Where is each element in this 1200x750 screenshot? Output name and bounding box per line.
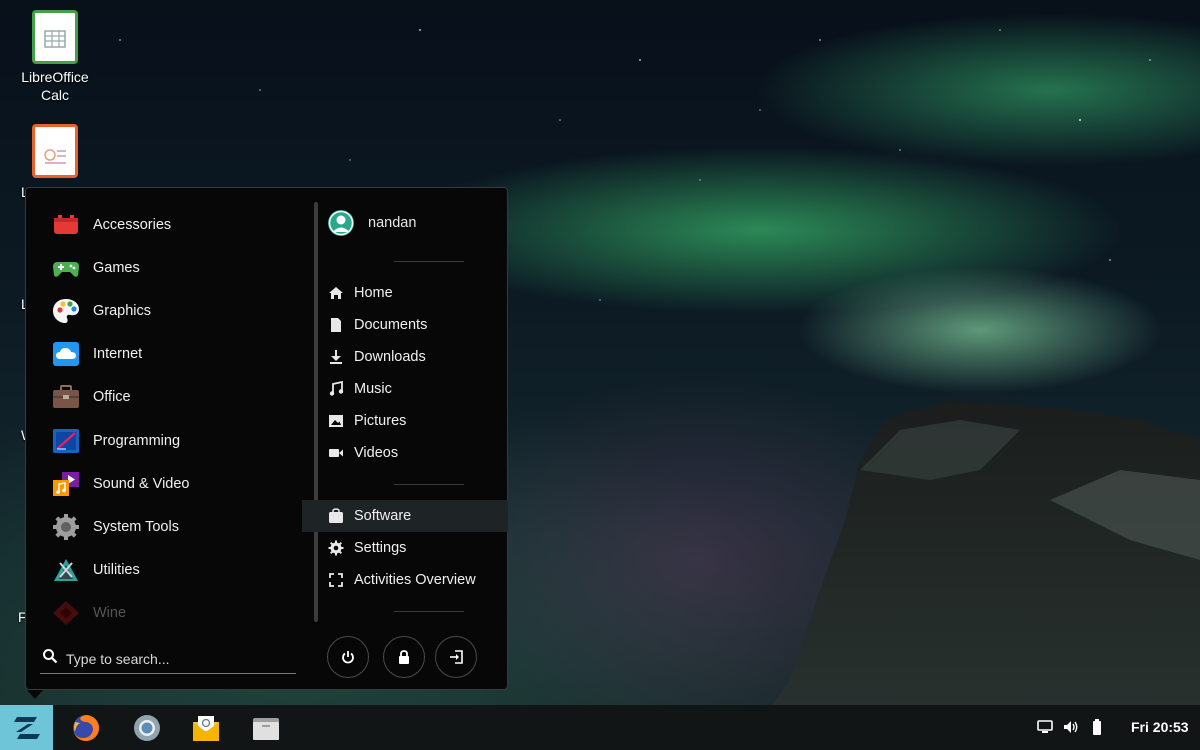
category-label: Programming [93, 432, 181, 449]
place-downloads[interactable]: Downloads [302, 341, 508, 373]
logout-icon [450, 650, 463, 664]
chromium-launcher[interactable] [132, 713, 162, 743]
files-icon [253, 718, 279, 740]
volume-icon [1064, 721, 1078, 733]
place-pictures[interactable]: Pictures [302, 405, 508, 437]
image-icon [329, 415, 343, 427]
places-panel: nandan Home Documents Downloads Music Pi… [302, 188, 508, 691]
place-home[interactable]: Home [302, 277, 508, 309]
lock-icon [399, 650, 409, 664]
category-label: Office [93, 389, 131, 406]
search-input[interactable] [66, 650, 286, 667]
palette-icon [52, 298, 80, 324]
search-icon [42, 648, 58, 669]
gamepad-icon [52, 255, 80, 281]
category-label: Accessories [93, 216, 172, 233]
category-graphics[interactable]: Graphics [26, 289, 296, 332]
user-name: nandan [368, 215, 417, 231]
system-software[interactable]: Software [302, 500, 508, 532]
category-programming[interactable]: Programming [26, 419, 296, 462]
category-games[interactable]: Games [26, 246, 296, 289]
desktop-icon-libreoffice-impress[interactable] [20, 124, 90, 178]
place-videos[interactable]: Videos [302, 437, 508, 469]
category-label: Games [93, 259, 140, 276]
display-icon [1037, 720, 1053, 733]
zorin-menu-button[interactable] [0, 705, 53, 750]
cloud-icon [52, 341, 80, 367]
accessories-icon [52, 212, 80, 238]
firefox-launcher[interactable] [71, 713, 101, 743]
programming-icon [52, 428, 80, 454]
home-icon [329, 287, 343, 299]
utilities-icon [52, 557, 80, 583]
avatar [328, 210, 354, 236]
video-icon [329, 449, 343, 457]
category-sound-video[interactable]: Sound & Video [26, 462, 296, 505]
place-label: Downloads [354, 349, 426, 365]
mail-icon [193, 716, 219, 741]
volume-tray[interactable] [1062, 718, 1080, 736]
zorin-logo-icon [13, 716, 40, 739]
download-icon [330, 350, 342, 364]
category-wine[interactable]: Wine [26, 592, 296, 635]
system-label: Software [354, 508, 412, 524]
document-icon [331, 318, 341, 332]
system-label: Settings [354, 540, 407, 556]
presentation-file-icon [32, 124, 78, 178]
place-label: Pictures [354, 413, 407, 429]
taskbar-clock[interactable]: Fri 20:53 [1131, 719, 1189, 735]
place-label: Videos [354, 445, 399, 461]
system-settings[interactable]: Settings [302, 532, 508, 564]
place-label: Home [354, 285, 393, 301]
desktop-icon-libreoffice-calc[interactable]: LibreOffice Calc [20, 10, 90, 104]
chromium-icon [134, 715, 160, 741]
category-accessories[interactable]: Accessories [26, 203, 296, 246]
category-label: Wine [93, 605, 127, 622]
software-bag-icon [329, 508, 343, 523]
place-documents[interactable]: Documents [302, 309, 508, 341]
place-music[interactable]: Music [302, 373, 508, 405]
briefcase-icon [52, 384, 80, 410]
menu-pointer [27, 690, 43, 699]
application-menu: Accessories Games Graphics Internet Offi… [25, 187, 508, 690]
category-label: System Tools [93, 518, 179, 535]
overview-icon [329, 573, 343, 587]
gear-icon [52, 513, 80, 540]
settings-gear-icon [328, 540, 344, 556]
separator [394, 261, 464, 262]
wine-icon [52, 600, 80, 626]
separator [394, 484, 464, 485]
power-icon [342, 651, 354, 664]
battery-icon [1093, 719, 1101, 735]
category-system-tools[interactable]: System Tools [26, 505, 296, 548]
system-label: Activities Overview [354, 572, 476, 588]
category-utilities[interactable]: Utilities [26, 549, 296, 592]
separator [394, 611, 464, 612]
display-tray[interactable] [1036, 718, 1054, 736]
taskbar: Fri 20:53 [0, 705, 1200, 750]
power-button[interactable] [327, 636, 369, 678]
search-box[interactable] [40, 644, 296, 674]
lock-button[interactable] [383, 636, 425, 678]
place-label: Documents [354, 317, 428, 333]
category-label: Internet [93, 346, 143, 363]
firefox-icon [73, 715, 99, 741]
desktop-icon-label: LibreOffice Calc [21, 69, 89, 103]
place-label: Music [354, 381, 392, 397]
music-icon [52, 471, 80, 497]
system-activities-overview[interactable]: Activities Overview [302, 564, 508, 596]
mail-launcher[interactable] [191, 713, 221, 743]
battery-tray[interactable] [1088, 718, 1106, 736]
category-label: Sound & Video [93, 475, 190, 492]
category-internet[interactable]: Internet [26, 333, 296, 376]
category-list: Accessories Games Graphics Internet Offi… [26, 203, 296, 635]
category-label: Graphics [93, 302, 152, 319]
logout-button[interactable] [435, 636, 477, 678]
spreadsheet-file-icon [32, 10, 78, 64]
user-account[interactable]: nandan [328, 210, 416, 236]
files-launcher[interactable] [251, 713, 281, 743]
music-note-icon [329, 381, 344, 396]
category-office[interactable]: Office [26, 376, 296, 419]
category-label: Utilities [93, 562, 140, 579]
